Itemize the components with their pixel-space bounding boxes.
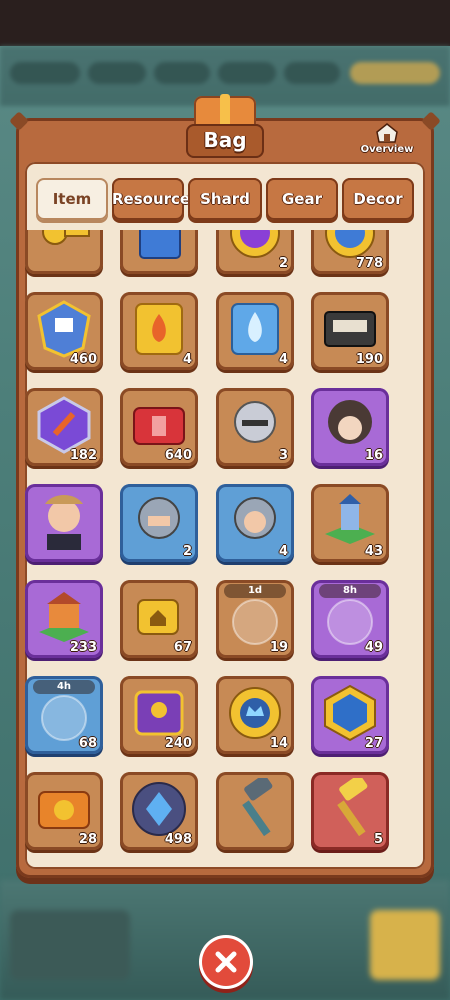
gold-key-icon <box>42 230 90 245</box>
item-slot[interactable]: 67 <box>120 580 198 658</box>
blue-crown-badge-icon <box>229 687 281 739</box>
item-slot[interactable]: TOP HEROES <box>120 230 198 274</box>
item-slot[interactable] <box>25 484 103 562</box>
blue-flame-card-icon <box>231 303 279 355</box>
page-title: Bag <box>203 128 247 152</box>
campfire-card-icon <box>135 303 183 355</box>
spartan-ticket-icon <box>38 791 90 829</box>
item-slot[interactable]: 43 <box>311 484 389 562</box>
item-count: 16 <box>364 448 383 463</box>
item-count: 2 <box>278 256 288 271</box>
overview-house-icon <box>374 122 400 144</box>
item-slot[interactable]: 1d 19 <box>216 580 294 658</box>
item-slot[interactable]: 4h 68 <box>25 676 103 754</box>
item-slot[interactable]: 640 <box>120 388 198 466</box>
red-ticket-icon <box>133 407 185 445</box>
knight-helmet-hero-icon <box>234 401 276 443</box>
item-count: 460 <box>69 352 97 367</box>
item-count: 4 <box>278 544 288 559</box>
orange-house-island-icon <box>39 592 89 642</box>
item-timer: 8h <box>319 584 381 598</box>
item-slot[interactable]: 460 <box>25 292 103 370</box>
item-count: 498 <box>164 832 192 847</box>
item-slot[interactable]: 4 <box>216 484 294 562</box>
checkered-flag-shield-icon <box>37 300 91 358</box>
bear-hood-hero-icon <box>328 400 372 444</box>
cassette-tape-icon <box>324 311 376 347</box>
item-count: 4 <box>182 352 192 367</box>
close-button[interactable] <box>199 935 253 989</box>
tab-gear[interactable]: Gear <box>266 178 338 220</box>
tab-item[interactable]: Item <box>36 178 108 220</box>
item-slot[interactable]: 5 <box>311 772 389 850</box>
item-count: 190 <box>355 352 383 367</box>
item-slot[interactable]: 14 <box>216 676 294 754</box>
golden-hammer-icon <box>337 778 368 837</box>
item-count: 43 <box>364 544 383 559</box>
item-slot[interactable]: 2 <box>216 230 294 274</box>
businessman-hero-icon <box>45 495 83 550</box>
item-slot[interactable]: 28 <box>25 772 103 850</box>
overview-button[interactable]: Overview <box>356 122 418 162</box>
tab-decor[interactable]: Decor <box>342 178 414 220</box>
item-slot[interactable]: 4 <box>120 292 198 370</box>
tab-resource[interactable]: Resource <box>112 178 190 220</box>
item-slot[interactable]: 3 <box>216 388 294 466</box>
item-count: 67 <box>173 640 192 655</box>
item-slot[interactable]: 182 <box>25 388 103 466</box>
item-count: 4 <box>278 352 288 367</box>
item-slot[interactable]: 2 <box>120 484 198 562</box>
item-slot[interactable]: 498 <box>120 772 198 850</box>
item-count: 233 <box>69 640 97 655</box>
item-slot[interactable]: 4 <box>216 292 294 370</box>
item-slot[interactable] <box>25 230 103 274</box>
steel-hammer-icon <box>242 778 273 837</box>
item-count: 778 <box>355 256 383 271</box>
item-count: 182 <box>69 448 97 463</box>
item-grid: TOP HEROES 2 778 460 4 4 190 182 640 3 16 2 4 43 233 67… <box>25 230 425 870</box>
tab-shard[interactable]: Shard <box>188 178 262 220</box>
status-bar <box>0 0 450 46</box>
overview-label: Overview <box>360 144 414 155</box>
item-count: 640 <box>164 448 192 463</box>
item-slot[interactable]: 233 <box>25 580 103 658</box>
item-slot[interactable]: 240 <box>120 676 198 754</box>
item-count: 240 <box>164 736 192 751</box>
item-count: 28 <box>78 832 97 847</box>
item-count: 2 <box>182 544 192 559</box>
close-icon <box>215 951 237 973</box>
young-knight-hero-icon <box>234 497 276 539</box>
purple-compass-medallion-icon <box>230 230 280 258</box>
item-slot[interactable]: 778 <box>311 230 389 274</box>
item-timer: 1d <box>224 584 286 598</box>
purple-voucher-card-icon <box>134 690 184 736</box>
item-slot[interactable]: 190 <box>311 292 389 370</box>
item-count: 14 <box>269 736 288 751</box>
item-slot[interactable]: 8h 49 <box>311 580 389 658</box>
armored-warrior-hero-icon <box>138 497 180 539</box>
item-slot[interactable]: 16 <box>311 388 389 466</box>
blue-gem-coin-icon <box>132 782 186 836</box>
item-count: 19 <box>269 640 288 655</box>
category-tabs: Item Resource Shard Gear Decor <box>36 178 430 222</box>
trident-shield-badge-icon <box>324 684 376 742</box>
item-count: 5 <box>373 832 383 847</box>
top-heroes-book-icon: TOP HEROES <box>139 230 181 259</box>
item-count: 3 <box>278 448 288 463</box>
item-count: 68 <box>78 736 97 751</box>
item-slot[interactable]: 27 <box>311 676 389 754</box>
item-timer: 4h <box>33 680 95 694</box>
item-slot[interactable] <box>216 772 294 850</box>
item-count: 27 <box>364 736 383 751</box>
blue-castle-island-icon <box>325 494 375 544</box>
house-scroll-icon <box>137 599 179 635</box>
purple-hexagon-scroll-icon <box>37 396 91 454</box>
item-count: 49 <box>364 640 383 655</box>
